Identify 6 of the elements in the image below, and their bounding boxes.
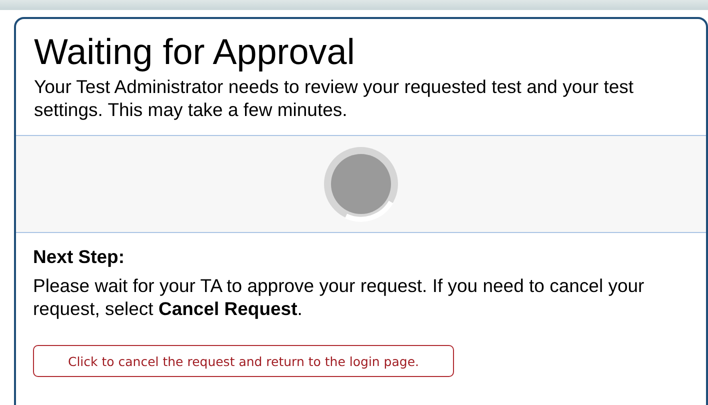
loading-spinner-icon (322, 145, 400, 223)
cancel-request-button[interactable]: Click to cancel the request and return to the login page. (33, 345, 454, 377)
next-step-text: Please wait for your TA to approve your request. If you need to cancel your request, select Cancel Request. (33, 274, 646, 320)
next-step-heading: Next Step: (33, 246, 126, 268)
dialog-title: Waiting for Approval (34, 32, 356, 72)
status-message: Your Test Administrator needs to review your requested test and your test settings. This may take a few minutes. (34, 75, 635, 121)
